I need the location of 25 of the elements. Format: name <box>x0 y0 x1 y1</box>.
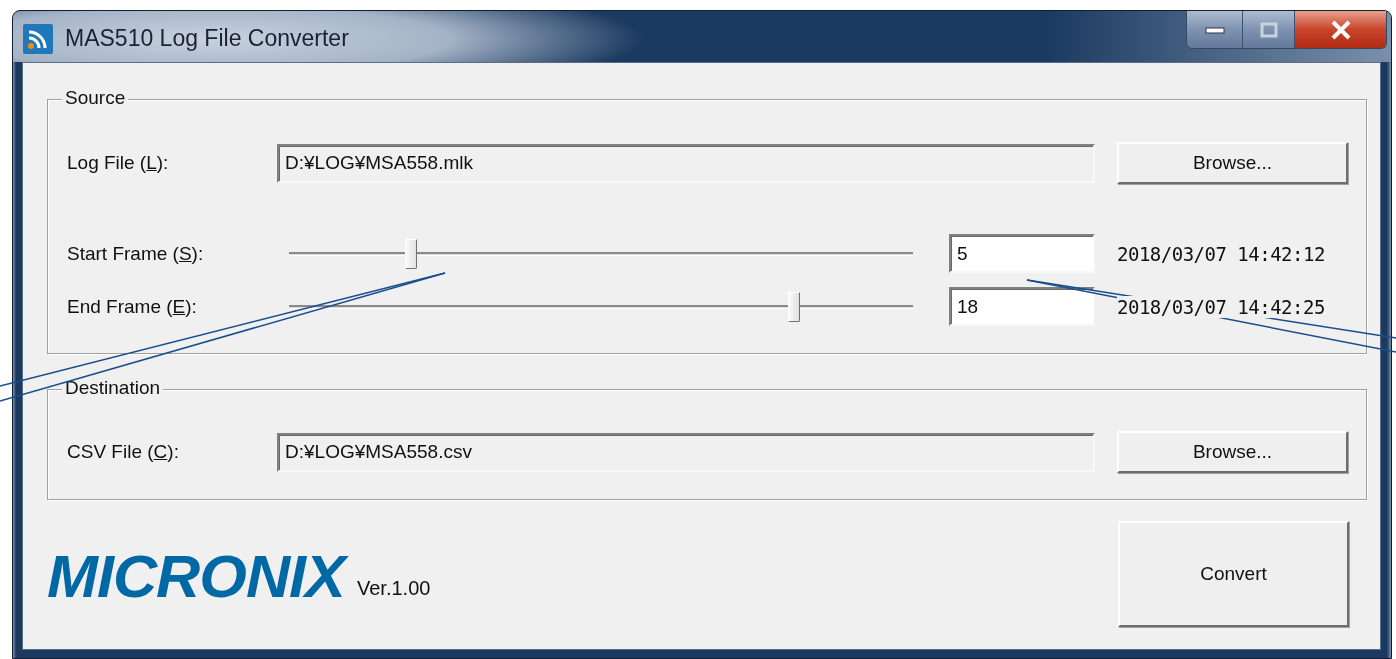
timestamp: 2018/03/07 14:42:25 <box>1117 295 1325 318</box>
close-button[interactable] <box>1294 11 1386 48</box>
close-icon <box>1329 19 1352 40</box>
frame-number-field[interactable]: 5 <box>949 234 1095 273</box>
maximize-icon <box>1259 21 1278 38</box>
minimize-icon <box>1204 25 1225 34</box>
log-file-field[interactable]: D:¥LOG¥MSA558.mlk <box>277 143 1095 183</box>
slider-thumb[interactable] <box>788 291 801 322</box>
field-label: End Frame (E): <box>67 295 198 318</box>
version-text: Ver.1.00 <box>357 577 431 600</box>
browse-button[interactable]: Browse... <box>1117 431 1348 473</box>
csv-file-field[interactable]: D:¥LOG¥MSA558.csv <box>277 432 1095 472</box>
maximize-button[interactable] <box>1242 11 1294 48</box>
minimize-button[interactable] <box>1187 11 1242 48</box>
convert-button[interactable]: Convert <box>1118 521 1349 627</box>
field-label: Start Frame (S): <box>67 242 205 265</box>
slider[interactable] <box>289 238 913 269</box>
slider[interactable] <box>289 291 913 322</box>
field-label: CSV File (C): <box>67 441 180 463</box>
signal-waves-icon <box>23 24 53 54</box>
slider-thumb[interactable] <box>405 238 418 269</box>
window-title: MAS510 Log File Converter <box>65 25 349 52</box>
browse-button[interactable]: Browse... <box>1117 142 1348 184</box>
field-label: Log File (L): <box>67 152 170 174</box>
frame-number-field[interactable]: 18 <box>949 287 1095 326</box>
